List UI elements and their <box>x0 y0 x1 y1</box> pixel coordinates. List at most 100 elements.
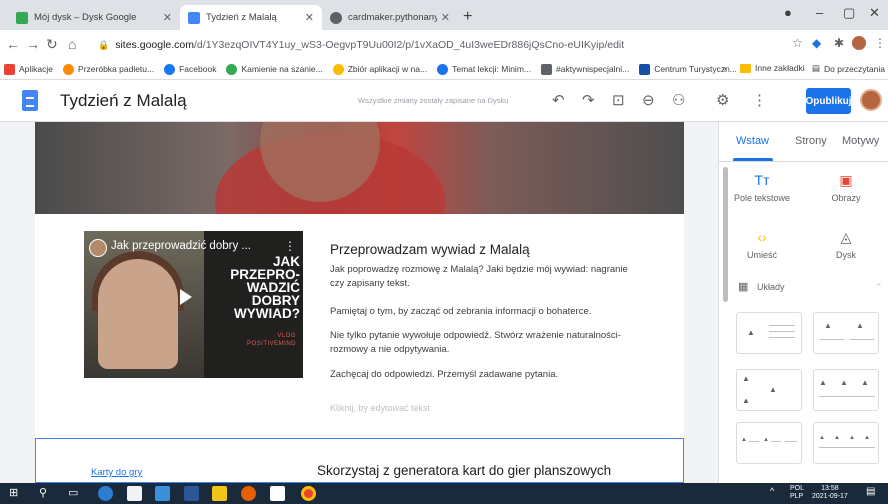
bookmarks-bar: Aplikacje Przeróbka padletu... Facebook … <box>0 59 888 80</box>
close-window-button[interactable]: ✕ <box>869 5 880 21</box>
layout-option[interactable]: ▲ <box>736 312 802 354</box>
play-icon[interactable] <box>180 289 192 305</box>
bookmark-label: Aplikacje <box>19 64 54 74</box>
address-bar[interactable]: 🔒 sites.google.com/d/1Y3ezqOIVT4Y1uy_wS3… <box>98 34 798 56</box>
browser-tab-drive[interactable]: Mój dysk – Dysk Google ✕ <box>8 5 180 30</box>
windows-start-icon[interactable]: ⊞ <box>9 486 18 499</box>
home-icon[interactable]: ⌂ <box>68 36 76 52</box>
firefox-icon[interactable] <box>241 486 256 501</box>
tab-pages[interactable]: Strony <box>795 135 827 147</box>
close-tab-icon[interactable]: ✕ <box>305 11 314 24</box>
bookmark-item[interactable]: #aktywnispecjalni... <box>540 63 629 75</box>
tab-insert[interactable]: Wstaw <box>736 135 769 147</box>
other-bookmarks-folder[interactable]: Inne zakładki <box>740 63 805 73</box>
maximize-button[interactable]: ▢ <box>843 5 855 21</box>
word-icon[interactable] <box>184 486 199 501</box>
preview-icon[interactable]: ⊡ <box>612 91 625 109</box>
notifications-icon[interactable]: ▤ <box>866 486 875 497</box>
url-host: sites.google.com <box>115 39 195 51</box>
article-paragraph[interactable]: Pamiętaj o tym, by zacząć od zebrania in… <box>330 305 630 319</box>
bookmark-item[interactable]: Temat lekcji: Minim... <box>437 63 531 75</box>
back-arrow-icon[interactable]: ← <box>6 36 20 52</box>
embed-code-icon: ‹› <box>757 229 767 245</box>
store-icon[interactable] <box>127 486 142 501</box>
image-placeholder-icon: ▲ <box>840 378 848 387</box>
youtube-video-embed[interactable]: Jak przeprowadzić dobry ... ⋮ JAK PRZEPR… <box>84 231 303 378</box>
clock[interactable]: 13:58 2021-09-17 <box>812 485 848 501</box>
insert-drive[interactable]: ◬ Dysk <box>811 229 881 260</box>
google-sites-logo-icon[interactable] <box>22 90 38 111</box>
insert-item-label: Umieść <box>746 250 777 260</box>
article-paragraph[interactable]: Zachęcaj do odpowiedzi. Przemyśl zadawan… <box>330 368 630 382</box>
profile-dot-icon[interactable]: ● <box>784 5 792 20</box>
text-line <box>819 396 875 397</box>
insert-images[interactable]: ▣ Obrazy <box>811 172 881 203</box>
bookmark-item[interactable]: Zbiór aplikacji w na... <box>332 63 427 75</box>
bookmarks-overflow[interactable]: » <box>722 63 727 73</box>
cards-link[interactable]: Karty do gry <box>91 467 142 478</box>
layout-option[interactable]: ▲ ▲ <box>736 422 802 464</box>
article-paragraph[interactable]: Jak poprowadzę rozmowę z Malalą? Jaki bę… <box>330 263 630 291</box>
text-placeholder[interactable]: Kliknij, by edytować tekst <box>330 403 430 413</box>
bookmark-item[interactable]: Kamienie na szanie... <box>226 63 323 75</box>
video-title[interactable]: Jak przeprowadzić dobry ... <box>111 240 251 252</box>
reload-icon[interactable]: ↻ <box>46 36 58 53</box>
layout-option[interactable]: ▲ ▲ ▲ <box>813 369 879 411</box>
minimize-button[interactable]: – <box>816 5 823 20</box>
channel-avatar[interactable] <box>89 239 107 257</box>
article-heading[interactable]: Przeprowadzam wywiad z Malalą <box>330 242 530 257</box>
layouts-heading[interactable]: Układy <box>757 282 785 292</box>
article-paragraph[interactable]: Nie tylko pytanie wywołuje odpowiedź. St… <box>330 329 630 357</box>
puzzle-icon[interactable]: ✱ <box>834 36 844 50</box>
collapse-chevron-icon[interactable]: ⌃ <box>875 282 883 293</box>
edge-browser-icon[interactable] <box>98 486 113 501</box>
file-explorer-icon[interactable] <box>212 486 227 501</box>
browser-tab-sites[interactable]: Tydzień z Malalą ✕ <box>180 5 322 30</box>
image-placeholder-icon: ▲ <box>763 437 769 443</box>
header-banner-image[interactable] <box>35 122 684 214</box>
new-tab-button[interactable]: + <box>463 8 472 26</box>
selected-section[interactable]: Karty do gry Skorzystaj z generatora kar… <box>35 438 684 483</box>
video-menu-icon[interactable]: ⋮ <box>284 239 296 253</box>
share-add-person-icon[interactable]: ⚇ <box>672 91 685 109</box>
section-heading[interactable]: Skorzystaj z generatora kart do gier pla… <box>317 463 611 478</box>
more-menu-icon[interactable]: ⋮ <box>752 91 767 109</box>
insert-embed[interactable]: ‹› Umieść <box>727 229 797 260</box>
mail-icon[interactable] <box>270 486 285 501</box>
tray-chevron-icon[interactable]: ^ <box>770 486 774 496</box>
language-indicator[interactable]: POL PLP <box>790 485 804 501</box>
close-tab-icon[interactable]: ✕ <box>441 11 450 24</box>
layout-option[interactable]: ▲ ▲ <box>813 312 879 354</box>
reading-list[interactable]: ▤ Do przeczytania <box>812 63 885 74</box>
undo-icon[interactable]: ↶ <box>552 91 565 109</box>
save-status: Wszystkie zmiany zostały zapisane na Dys… <box>358 96 509 105</box>
globe-icon <box>330 11 342 24</box>
video-person <box>98 259 178 369</box>
redo-icon[interactable]: ↷ <box>582 91 595 109</box>
browser-tab-cardmaker[interactable]: cardmaker.pythonanywhere.com ✕ <box>322 5 458 30</box>
publish-button[interactable]: Opublikuj <box>805 88 852 114</box>
link-icon[interactable]: ⊖ <box>642 91 655 109</box>
chrome-menu-icon[interactable]: ⋮ <box>874 36 886 50</box>
bookmark-item[interactable]: Aplikacje <box>4 63 54 75</box>
search-icon[interactable]: ⚲ <box>39 486 47 499</box>
layout-option[interactable]: ▲ ▲ ▲ <box>736 369 802 411</box>
bookmark-star-icon[interactable]: ☆ <box>792 36 803 50</box>
close-tab-icon[interactable]: ✕ <box>163 11 172 24</box>
site-title[interactable]: Tydzień z Malalą <box>60 91 187 111</box>
extension-icon[interactable]: ◆ <box>812 36 821 50</box>
app-icon[interactable] <box>155 486 170 501</box>
forward-arrow-icon[interactable]: → <box>26 36 40 52</box>
bookmark-item[interactable]: Facebook <box>164 63 216 75</box>
padlet-icon <box>63 63 75 75</box>
user-avatar[interactable] <box>860 89 882 111</box>
task-view-icon[interactable]: ▭ <box>68 486 78 499</box>
layout-option[interactable]: ▲ ▲ ▲ ▲ <box>813 422 879 464</box>
insert-text-box[interactable]: Tт Pole tekstowe <box>727 172 797 203</box>
settings-gear-icon[interactable]: ⚙ <box>716 91 729 109</box>
bookmark-item[interactable]: Przeróbka padletu... <box>63 63 154 75</box>
chrome-icon[interactable] <box>301 486 316 501</box>
tab-themes[interactable]: Motywy <box>842 135 879 147</box>
text-line <box>819 447 875 448</box>
profile-avatar[interactable] <box>852 36 866 50</box>
